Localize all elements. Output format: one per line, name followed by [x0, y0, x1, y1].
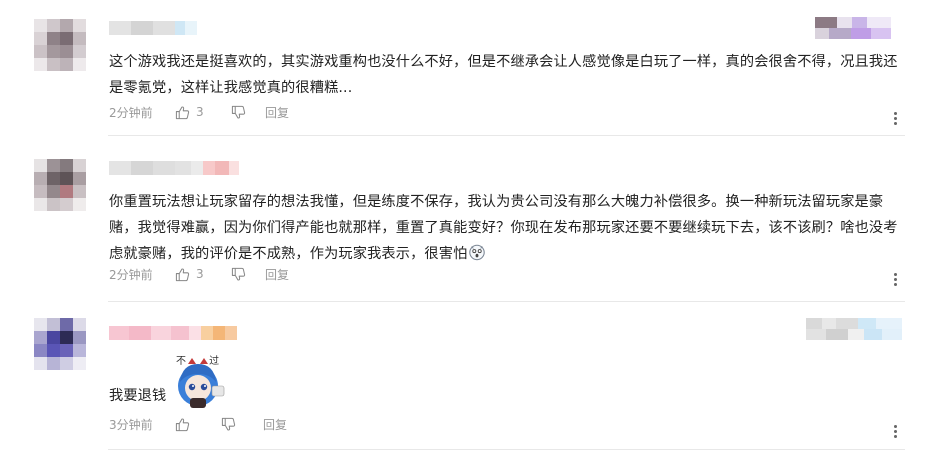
sticker-text: 不 过 — [176, 356, 230, 367]
user-badge — [806, 318, 902, 340]
username[interactable] — [109, 326, 237, 340]
comment-meta: 3分钟前 回复 — [109, 414, 287, 434]
comment-time: 3分钟前 — [109, 417, 153, 432]
dislike-button[interactable] — [221, 417, 263, 432]
comment-text: 我要退钱 — [109, 388, 167, 404]
thumbs-up-icon — [175, 417, 190, 431]
thumbs-down-icon — [221, 417, 236, 431]
divider — [108, 449, 905, 450]
reply-button[interactable]: 回复 — [263, 416, 287, 433]
avatar[interactable] — [34, 318, 86, 370]
comment-item: 不 过 我要退钱 3分钟前 回复 — [0, 0, 927, 452]
like-button[interactable] — [175, 417, 221, 432]
more-vertical-icon[interactable] — [889, 424, 901, 440]
